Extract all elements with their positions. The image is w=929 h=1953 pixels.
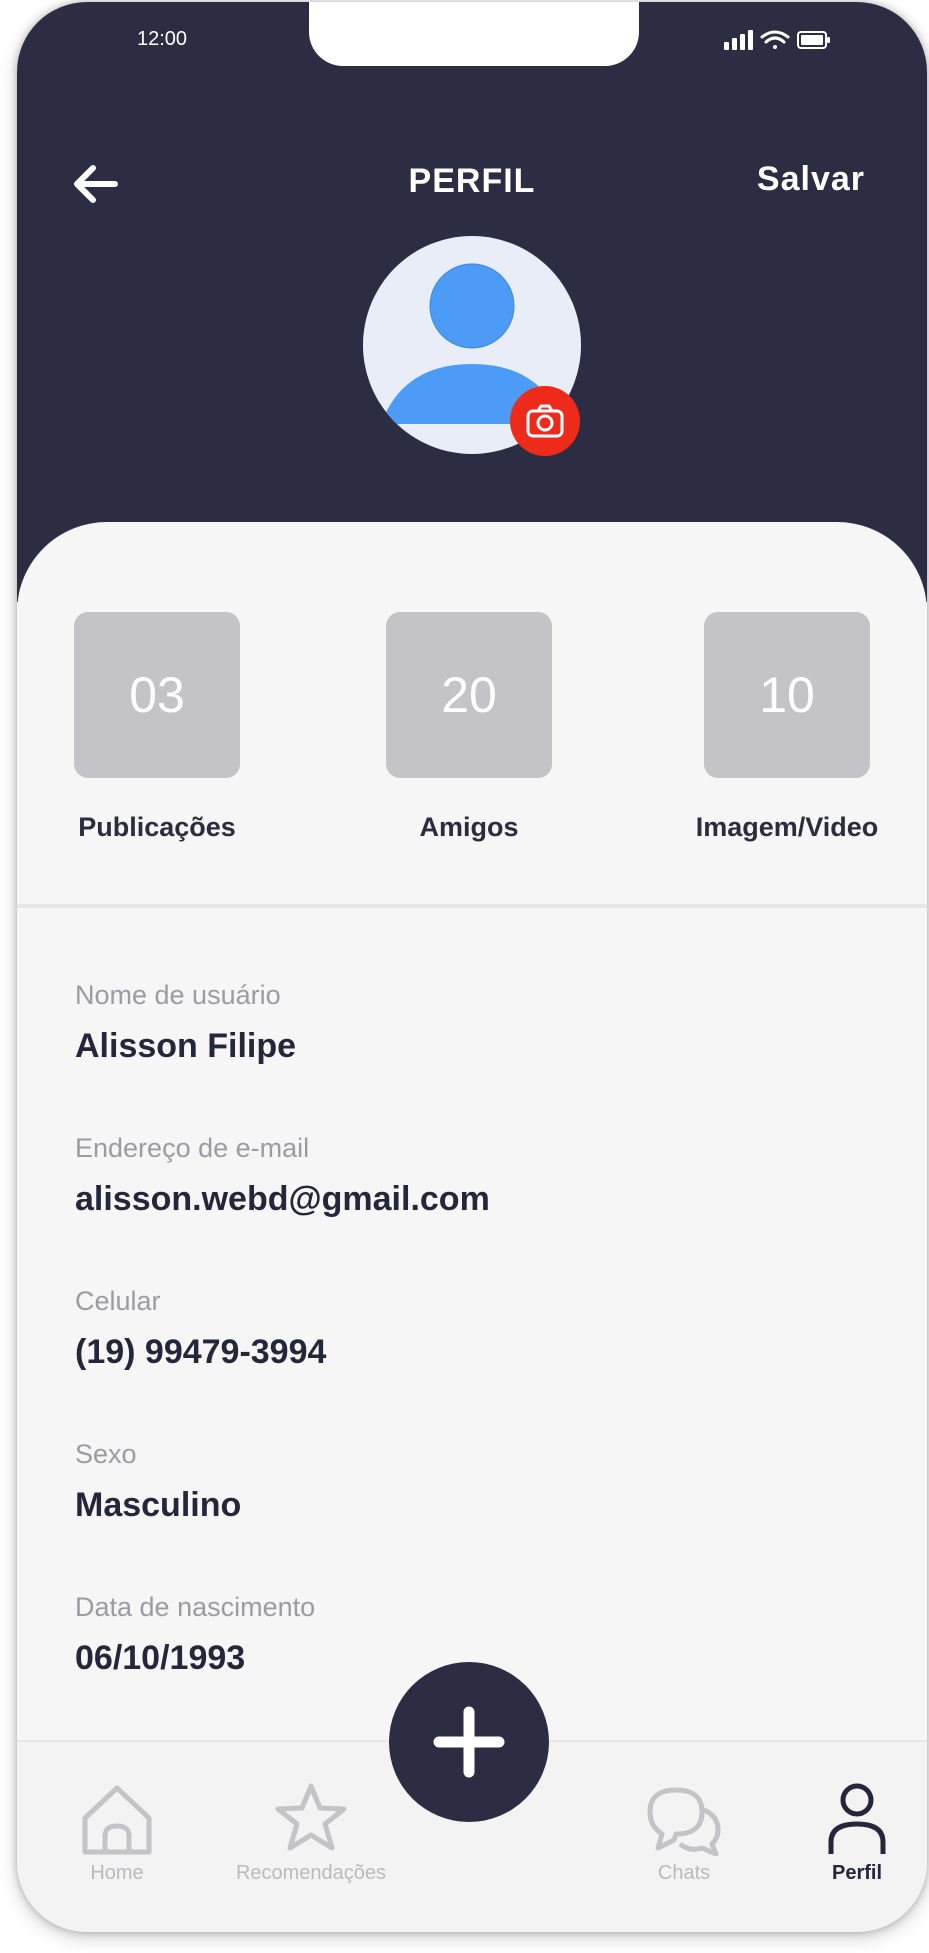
section-divider <box>17 904 927 908</box>
field-value: Masculino <box>75 1486 242 1524</box>
camera-icon <box>526 404 564 438</box>
nav-item-recomendacoes[interactable]: Recomendações <box>211 1780 411 1885</box>
field-value: 06/10/1993 <box>75 1639 246 1677</box>
user-icon <box>828 1783 886 1854</box>
field-value: Alisson Filipe <box>75 1027 297 1065</box>
field-value: alisson.webd@gmail.com <box>75 1180 490 1218</box>
field-email[interactable]: Endereço de e-mail alisson.webd@gmail.co… <box>75 1133 490 1219</box>
status-icons <box>724 30 830 50</box>
save-button[interactable]: Salvar <box>757 160 865 199</box>
stat-value: 03 <box>74 612 240 778</box>
field-phone[interactable]: Celular (19) 99479-3994 <box>75 1286 326 1372</box>
change-photo-button[interactable] <box>510 386 580 456</box>
stat-label: Amigos <box>419 812 519 842</box>
signal-icon <box>724 30 753 50</box>
field-gender[interactable]: Sexo Masculino <box>75 1439 241 1525</box>
stat-value: 20 <box>386 612 552 778</box>
chat-icon <box>647 1787 721 1856</box>
nav-label: Recomendações <box>235 1862 387 1884</box>
battery-icon <box>797 31 830 49</box>
add-button[interactable] <box>389 1662 549 1822</box>
nav-item-chats[interactable]: Chats <box>584 1780 784 1885</box>
nav-label: Chats <box>657 1862 711 1884</box>
field-label: Celular <box>75 1286 161 1316</box>
home-icon <box>82 1785 152 1855</box>
nav-item-home[interactable]: Home <box>17 1780 217 1885</box>
plus-icon <box>433 1706 505 1778</box>
field-birthdate[interactable]: Data de nascimento 06/10/1993 <box>75 1592 315 1678</box>
stat-imagem-video[interactable]: 10 Imagem/Video <box>672 612 902 843</box>
phone-frame: 12:00 PERFIL Salvar 03 Publicações 20 Am… <box>17 2 927 1932</box>
nav-item-perfil[interactable]: Perfil <box>757 1780 927 1885</box>
stat-value: 10 <box>704 612 870 778</box>
stat-label: Imagem/Video <box>695 812 879 842</box>
star-icon <box>275 1783 347 1851</box>
stat-amigos[interactable]: 20 Amigos <box>369 612 569 843</box>
field-value: (19) 99479-3994 <box>75 1333 327 1371</box>
field-label: Nome de usuário <box>75 980 281 1010</box>
status-time: 12:00 <box>137 28 188 50</box>
nav-label: Home <box>90 1862 144 1884</box>
wifi-icon <box>760 30 790 49</box>
field-label: Data de nascimento <box>75 1592 316 1622</box>
field-label: Sexo <box>75 1439 137 1469</box>
device-notch <box>309 2 639 66</box>
stat-label: Publicações <box>78 812 236 842</box>
field-label: Endereço de e-mail <box>75 1133 310 1163</box>
nav-label: Perfil <box>831 1862 883 1884</box>
field-username[interactable]: Nome de usuário Alisson Filipe <box>75 980 296 1066</box>
stat-publicacoes[interactable]: 03 Publicações <box>57 612 257 843</box>
